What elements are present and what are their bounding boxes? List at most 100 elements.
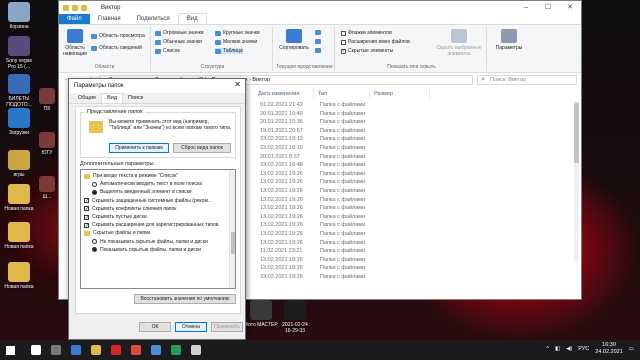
tab-home[interactable]: Главная	[90, 14, 129, 24]
radio-unselected[interactable]	[92, 239, 97, 245]
notifications-icon[interactable]: ▭	[629, 346, 634, 352]
options-button[interactable]: Параметры	[491, 29, 527, 51]
checkbox-checked[interactable]: ✓	[84, 222, 89, 228]
new-folder-icon[interactable]	[81, 4, 87, 11]
view-list[interactable]: Список	[155, 48, 180, 54]
view-small[interactable]: Мелкие значки	[215, 39, 257, 45]
checkbox-checked[interactable]: ✓	[84, 214, 89, 220]
table-row[interactable]: 13.02.2021 19:26 Папка с файлами	[254, 230, 574, 239]
taskbar-app-icon[interactable]	[126, 340, 146, 360]
settings-item[interactable]: ✓ Скрывать защищенные системные файлы (ре…	[84, 197, 227, 205]
advanced-settings-list[interactable]: При вводе текста в режиме "Список" Автома…	[80, 169, 236, 289]
volume-icon[interactable]: ◀)	[566, 346, 572, 352]
table-row[interactable]: 13.02.2021 19:26 Папка с файлами	[254, 187, 574, 196]
nav-pane-button[interactable]: Область навигации	[61, 29, 89, 57]
group-by-button[interactable]	[315, 30, 321, 35]
apply-button[interactable]: Применить	[211, 322, 243, 332]
scrollbar-thumb[interactable]	[574, 103, 579, 163]
taskbar-app-icon[interactable]	[26, 340, 46, 360]
taskbar-app-icon[interactable]	[86, 340, 106, 360]
clock[interactable]: 16:30 24.02.2021	[595, 342, 623, 356]
restore-defaults-button[interactable]: Восстановить значения по умолчанию	[134, 294, 236, 304]
view-details[interactable]: Таблица	[215, 48, 243, 54]
settings-item[interactable]: Скрытые файлы и папки	[84, 229, 227, 237]
table-row[interactable]: 23.02.2021 19:13 Папка с файлами	[254, 135, 574, 144]
checkbox-checked[interactable]: ✓	[341, 48, 346, 54]
desktop-icon[interactable]: ЮТУ	[36, 132, 58, 156]
maximize-button[interactable]: ☐	[537, 1, 559, 14]
table-row[interactable]: 23.02.2021 18:10 Папка с файлами	[254, 144, 574, 153]
radio-selected[interactable]	[92, 247, 97, 253]
table-row[interactable]: 13.02.2021 19:26 Папка с файлами	[254, 221, 574, 230]
settings-scrollbar[interactable]	[229, 170, 235, 288]
desktop-icon[interactable]: БИЛЕТЫ ПОДОТО...	[2, 74, 36, 108]
table-row[interactable]: 13.02.2021 19:26 Папка с файлами	[254, 204, 574, 213]
network-icon[interactable]: ◧	[555, 346, 560, 352]
table-row[interactable]: 13.02.2021 19:26 Папка с файлами	[254, 178, 574, 187]
settings-item[interactable]: ✓ Скрывать пустые диски	[84, 213, 227, 221]
tab-view[interactable]: Вид	[177, 13, 207, 24]
column-date[interactable]: Дата изменения	[254, 89, 314, 99]
radio-selected[interactable]	[92, 189, 97, 195]
table-row[interactable]: 19.01.2021 20:57 Папка с файлами	[254, 127, 574, 136]
minimize-button[interactable]: –	[515, 1, 537, 14]
tab-share[interactable]: Поделиться	[129, 14, 178, 24]
column-type[interactable]: Тип	[314, 89, 370, 99]
item-checkboxes-toggle[interactable]: Флажки элементов	[341, 30, 392, 36]
table-row[interactable]: 13.02.2021 19:26 Папка с файлами	[254, 264, 574, 273]
add-columns-button[interactable]	[315, 39, 321, 44]
checkbox[interactable]	[341, 30, 346, 36]
table-row[interactable]: 01.02.2021 21:42 Папка с файлами	[254, 101, 574, 110]
settings-item[interactable]: ✓ Скрывать расширения для зарегистрирован…	[84, 221, 227, 229]
tab-search[interactable]: Поиск	[123, 94, 148, 103]
table-row[interactable]: 23.02.2021 19:26 Папка с файлами	[254, 273, 574, 282]
table-row[interactable]: 20.01.2021 15:36 Папка с файлами	[254, 118, 574, 127]
settings-item[interactable]: Показывать скрытые файлы, папки и диски	[84, 246, 227, 254]
size-columns-button[interactable]	[315, 48, 321, 53]
close-button[interactable]: ✕	[559, 1, 581, 14]
table-row[interactable]: 20.01.2021 16:49 Папка с файлами	[254, 110, 574, 119]
column-size[interactable]: Размер	[370, 89, 430, 99]
properties-icon[interactable]	[72, 4, 78, 11]
settings-item[interactable]: ✓ Скрывать конфликты слияния папок	[84, 205, 227, 213]
table-row[interactable]: 13.02.2021 19:26 Папка с файлами	[254, 196, 574, 205]
settings-item[interactable]: Выделять введенный элемент в списке	[84, 188, 227, 196]
view-large[interactable]: Крупные значки	[215, 30, 260, 36]
table-row[interactable]: 11.02.2021 23:21 Папка с файлами	[254, 247, 574, 256]
view-extra-large[interactable]: Огромные значки	[155, 30, 204, 36]
start-button[interactable]	[0, 340, 20, 360]
desktop-icon[interactable]: Новая папка	[2, 262, 36, 290]
table-row[interactable]: 13.02.2021 19:26 Папка с файлами	[254, 213, 574, 222]
sort-button[interactable]: Сортировать	[279, 29, 309, 51]
tray-up-icon[interactable]: ^	[546, 346, 549, 352]
table-row[interactable]: 20.01.2021 8:37 Папка с файлами	[254, 153, 574, 162]
taskbar-app-icon[interactable]	[146, 340, 166, 360]
table-row[interactable]: 13.02.2021 19:26 Папка с файлами	[254, 170, 574, 179]
tab-file[interactable]: Файл	[59, 14, 90, 24]
desktop-icon[interactable]: Новая папка	[2, 222, 36, 250]
scrollbar-thumb[interactable]	[231, 232, 235, 254]
table-row[interactable]: 23.02.2021 16:48 Папка с файлами	[254, 161, 574, 170]
radio-unselected[interactable]	[92, 181, 97, 187]
desktop-icon[interactable]: Фото МАСТЕР	[244, 300, 278, 328]
hide-selected-button[interactable]: Скрыть выбранные элементы	[433, 29, 485, 57]
settings-item[interactable]: Не показывать скрытые файлы, папки и дис…	[84, 238, 227, 246]
details-pane-button[interactable]: Область сведений	[91, 45, 142, 51]
hidden-items-toggle[interactable]: ✓ Скрытые элементы	[341, 48, 393, 54]
cancel-button[interactable]: Отмена	[175, 322, 207, 332]
reset-folders-button[interactable]: Сброс вида папок	[173, 143, 231, 153]
desktop-icon[interactable]: игры	[2, 150, 36, 178]
table-row[interactable]: 13.02.2021 19:26 Папка с файлами	[254, 239, 574, 248]
taskbar-app-icon[interactable]	[106, 340, 126, 360]
tab-view[interactable]: Вид	[101, 93, 124, 103]
desktop-icon[interactable]: Ш...	[36, 176, 58, 200]
desktop-icon[interactable]: ПК	[36, 88, 58, 112]
language-indicator[interactable]: РУС	[578, 346, 589, 352]
table-row[interactable]: 13.02.2021 19:26 Папка с файлами	[254, 256, 574, 265]
file-list-scrollbar[interactable]	[574, 101, 579, 261]
close-icon[interactable]: ✕	[234, 80, 241, 89]
settings-item[interactable]: Автоматически вводить текст в поле поиск…	[84, 180, 227, 188]
desktop-icon[interactable]: Корзина	[2, 2, 36, 30]
taskbar-app-icon[interactable]	[66, 340, 86, 360]
search-input[interactable]: Поиск: Виктор	[477, 74, 577, 85]
